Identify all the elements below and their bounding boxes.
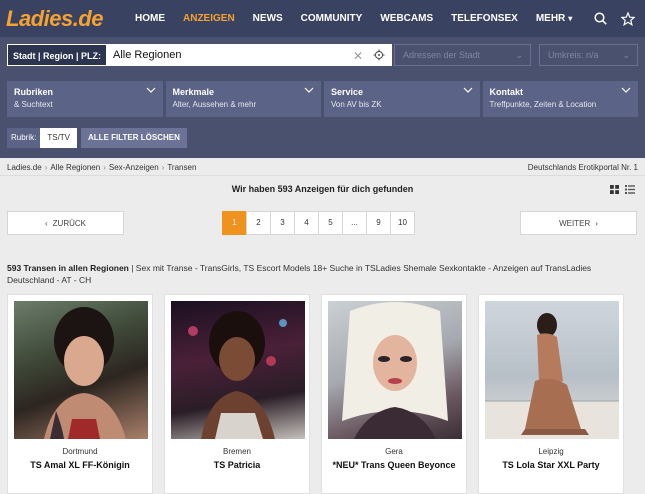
chevron-down-icon <box>146 85 156 95</box>
chevron-down-icon: ⌄ <box>622 50 630 60</box>
listing-grid: Dortmund TS Amal XL FF-Königin Bremen TS… <box>7 294 624 494</box>
listing-name[interactable]: *NEU* Trans Queen Beyonce <box>328 460 460 470</box>
filter-subtitle: Alter, Aussehen & mehr <box>172 100 257 109</box>
chevron-down-icon <box>621 85 631 95</box>
listing-name[interactable]: TS Lola Star XXL Party <box>485 460 617 470</box>
filter-subtitle: Treffpunkte, Zeiten & Location <box>489 100 597 109</box>
page-button[interactable]: 5 <box>318 211 343 235</box>
main-nav: HOME ANZEIGEN NEWS COMMUNITY WEBCAMS TEL… <box>126 0 581 37</box>
listing-city: Leipzig <box>538 447 564 456</box>
tagline: Deutschlands Erotikportal Nr. 1 <box>527 163 638 172</box>
chevron-down-icon: ▾ <box>568 14 573 23</box>
filter-kontakt[interactable]: Kontakt Treffpunkte, Zeiten & Location <box>482 81 638 117</box>
filter-title: Merkmale <box>172 87 215 97</box>
listing-photo[interactable] <box>328 301 462 439</box>
page-button[interactable]: 3 <box>270 211 295 235</box>
location-input[interactable]: Alle Regionen ✕ <box>106 44 393 66</box>
filter-title: Kontakt <box>489 87 524 97</box>
listing-photo[interactable] <box>171 301 305 439</box>
clear-icon[interactable]: ✕ <box>353 49 363 63</box>
location-value: Alle Regionen <box>113 49 182 61</box>
prev-page-button[interactable]: ‹ ZURÜCK <box>7 211 124 235</box>
active-filters: Rubrik: TS/TV ALLE FILTER LÖSCHEN <box>7 128 187 148</box>
clear-all-filters-button[interactable]: ALLE FILTER LÖSCHEN <box>81 128 187 148</box>
next-page-button[interactable]: WEITER › <box>520 211 637 235</box>
listing-photo[interactable] <box>14 301 148 439</box>
chevron-down-icon <box>463 85 473 95</box>
results-description-bold: 593 Transen in allen Regionen <box>7 263 129 273</box>
filter-tiles: Rubriken & Suchtext Merkmale Alter, Auss… <box>7 81 638 117</box>
chevron-down-icon: ⌄ <box>515 50 523 60</box>
page-button[interactable]: 2 <box>246 211 271 235</box>
nav-mehr[interactable]: MEHR ▾ <box>527 0 581 37</box>
star-icon[interactable] <box>621 11 635 26</box>
listing-card[interactable]: Bremen TS Patricia <box>164 294 310 494</box>
listing-card[interactable]: Dortmund TS Amal XL FF-Königin <box>7 294 153 494</box>
location-label: Stadt | Region | PLZ: <box>7 44 107 66</box>
pagination: 1 2 3 4 5 ... 9 10 <box>222 211 415 235</box>
results-count-title: Wir haben 593 Anzeigen für dich gefunden <box>231 184 414 194</box>
city-address-select-label: Adressen der Stadt <box>403 50 481 60</box>
breadcrumb-separator: › <box>161 163 165 172</box>
breadcrumb: Ladies.de › Alle Regionen › Sex-Anzeigen › Tra… <box>0 158 645 176</box>
city-address-select[interactable]: Adressen der Stadt ⌄ <box>394 44 531 66</box>
locate-icon[interactable] <box>373 49 385 64</box>
nav-community[interactable]: COMMUNITY <box>292 0 372 37</box>
active-filter-chip[interactable]: TS/TV <box>40 128 78 148</box>
listing-city: Bremen <box>222 447 251 456</box>
filter-merkmale[interactable]: Merkmale Alter, Aussehen & mehr <box>165 81 321 117</box>
page-ellipsis: ... <box>342 211 367 235</box>
next-page-label: WEITER <box>559 218 591 228</box>
listing-name[interactable]: TS Amal XL FF-Königin <box>14 460 146 470</box>
listing-city: Gera <box>385 447 403 456</box>
listing-city: Dortmund <box>62 447 98 456</box>
filter-subtitle: & Suchtext <box>14 100 53 109</box>
listing-photo[interactable] <box>485 301 619 439</box>
breadcrumb-separator: › <box>44 163 48 172</box>
filter-title: Service <box>331 87 364 97</box>
results-description: 593 Transen in allen Regionen | Sex mit … <box>7 262 637 286</box>
view-toggle <box>610 185 635 196</box>
page-button[interactable]: 4 <box>294 211 319 235</box>
active-filter-label: Rubrik: <box>7 128 41 148</box>
search-icon[interactable] <box>594 12 607 25</box>
nav-news[interactable]: NEWS <box>244 0 292 37</box>
nav-icons <box>594 0 635 37</box>
nav-anzeigen[interactable]: ANZEIGEN <box>174 0 244 37</box>
page-button[interactable]: 1 <box>222 211 247 235</box>
breadcrumb-item[interactable]: Ladies.de <box>7 163 42 172</box>
site-logo[interactable]: Ladies.de <box>6 6 126 32</box>
top-navigation: Ladies.de HOME ANZEIGEN NEWS COMMUNITY W… <box>0 0 645 37</box>
radius-select-label: Umkreis: n/a <box>548 50 599 60</box>
breadcrumb-item[interactable]: Transen <box>167 163 196 172</box>
nav-home[interactable]: HOME <box>126 0 174 37</box>
chevron-left-icon: ‹ <box>44 218 48 228</box>
breadcrumb-item[interactable]: Sex-Anzeigen <box>109 163 159 172</box>
chevron-right-icon: › <box>595 218 598 228</box>
breadcrumb-item[interactable]: Alle Regionen <box>50 163 100 172</box>
filter-subtitle: Von AV bis ZK <box>331 100 382 109</box>
page-button[interactable]: 10 <box>390 211 415 235</box>
listing-card[interactable]: Leipzig TS Lola Star XXL Party <box>478 294 624 494</box>
listing-name[interactable]: TS Patricia <box>171 460 303 470</box>
chevron-down-icon <box>304 85 314 95</box>
list-view-icon[interactable] <box>625 185 635 196</box>
breadcrumb-separator: › <box>103 163 106 172</box>
nav-mehr-label: MEHR <box>535 13 566 24</box>
nav-telefonsex[interactable]: TELEFONSEX <box>442 0 527 37</box>
filter-service[interactable]: Service Von AV bis ZK <box>324 81 480 117</box>
prev-page-label: ZURÜCK <box>52 218 86 228</box>
radius-select[interactable]: Umkreis: n/a ⌄ <box>539 44 638 66</box>
filter-rubriken[interactable]: Rubriken & Suchtext <box>7 81 163 117</box>
filter-title: Rubriken <box>14 87 54 97</box>
nav-webcams[interactable]: WEBCAMS <box>371 0 442 37</box>
page-button[interactable]: 9 <box>366 211 391 235</box>
listing-card[interactable]: Gera *NEU* Trans Queen Beyonce <box>321 294 467 494</box>
grid-view-icon[interactable] <box>610 185 619 196</box>
